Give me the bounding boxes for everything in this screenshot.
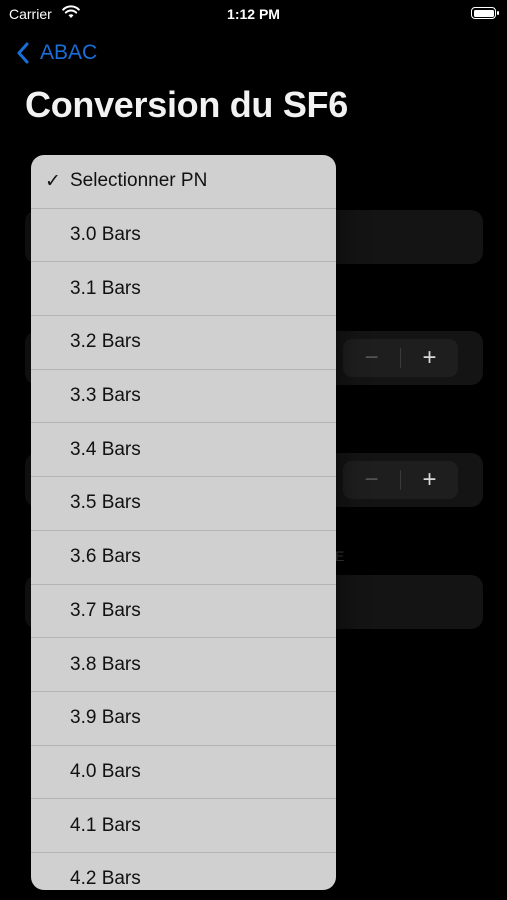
menu-item-label: Selectionner PN	[70, 170, 208, 192]
page-title: Conversion du SF6	[25, 84, 348, 125]
back-button-label: ABAC	[40, 41, 98, 64]
status-bar: Carrier 1:12 PM	[0, 0, 507, 30]
menu-item-label: 3.5 Bars	[70, 492, 141, 514]
status-time: 1:12 PM	[227, 6, 280, 22]
back-button[interactable]: ABAC	[16, 38, 97, 68]
menu-item-label: 3.7 Bars	[70, 599, 141, 621]
menu-item-label: 4.2 Bars	[70, 868, 141, 890]
menu-item-3-8-bars[interactable]: 3.8 Bars	[31, 638, 336, 692]
menu-item-label: 3.1 Bars	[70, 277, 141, 299]
stepper-1-decrement-button[interactable]: −	[343, 339, 400, 377]
menu-item-selectionner-pn[interactable]: ✓ Selectionner PN	[31, 155, 336, 209]
menu-item-label: 4.0 Bars	[70, 760, 141, 782]
menu-item-3-3-bars[interactable]: 3.3 Bars	[31, 370, 336, 424]
stepper-1: − +	[343, 339, 458, 377]
menu-item-3-6-bars[interactable]: 3.6 Bars	[31, 531, 336, 585]
menu-item-3-1-bars[interactable]: 3.1 Bars	[31, 262, 336, 317]
menu-item-3-9-bars[interactable]: 3.9 Bars	[31, 692, 336, 746]
menu-item-4-0-bars[interactable]: 4.0 Bars	[31, 746, 336, 800]
section-header-fragment: E	[335, 548, 345, 564]
stepper-2-increment-button[interactable]: +	[401, 461, 458, 499]
menu-item-3-5-bars[interactable]: 3.5 Bars	[31, 477, 336, 531]
menu-item-label: 3.3 Bars	[70, 385, 141, 407]
pn-dropdown-menu: ✓ Selectionner PN 3.0 Bars 3.1 Bars 3.2 …	[31, 155, 336, 890]
stepper-1-increment-button[interactable]: +	[401, 339, 458, 377]
menu-item-3-2-bars[interactable]: 3.2 Bars	[31, 316, 336, 370]
menu-item-label: 3.0 Bars	[70, 224, 141, 246]
menu-item-3-0-bars[interactable]: 3.0 Bars	[31, 209, 336, 263]
menu-item-3-7-bars[interactable]: 3.7 Bars	[31, 585, 336, 639]
menu-item-4-2-bars[interactable]: 4.2 Bars	[31, 853, 336, 890]
stepper-2-decrement-button[interactable]: −	[343, 461, 400, 499]
menu-item-label: 3.6 Bars	[70, 546, 141, 568]
menu-item-label: 3.4 Bars	[70, 438, 141, 460]
menu-item-4-1-bars[interactable]: 4.1 Bars	[31, 799, 336, 853]
checkmark-icon: ✓	[45, 171, 61, 192]
battery-icon	[471, 7, 499, 19]
menu-item-label: 4.1 Bars	[70, 814, 141, 836]
menu-item-label: 3.2 Bars	[70, 331, 141, 353]
menu-item-3-4-bars[interactable]: 3.4 Bars	[31, 423, 336, 478]
stepper-2: − +	[343, 461, 458, 499]
chevron-left-icon	[17, 42, 29, 64]
menu-item-label: 3.8 Bars	[70, 653, 141, 675]
menu-item-label: 3.9 Bars	[70, 707, 141, 729]
